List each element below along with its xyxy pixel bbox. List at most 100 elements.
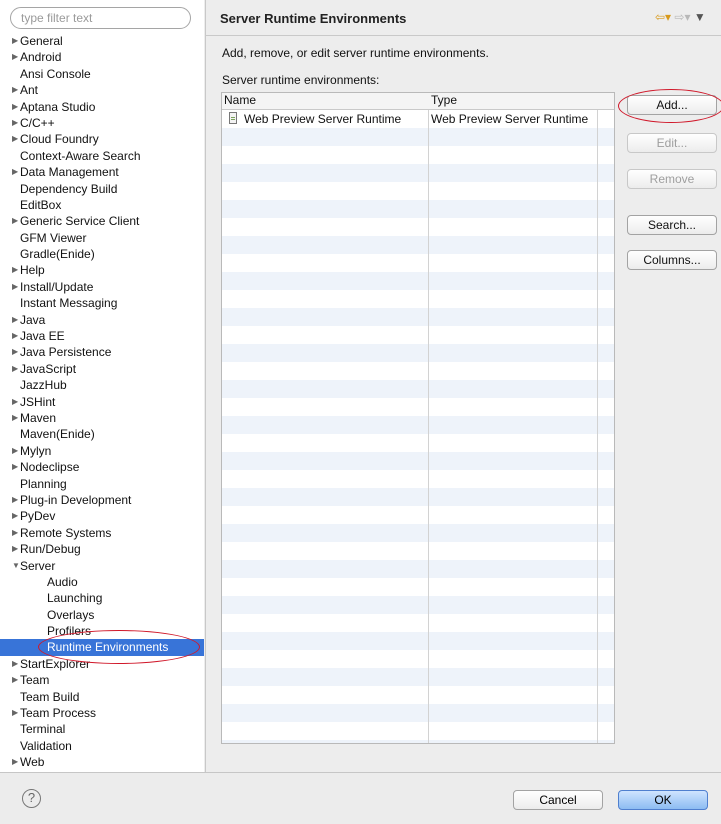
tree-item-label: Android	[20, 50, 62, 65]
tree-item-label: Ant	[20, 83, 39, 98]
filter-input[interactable]	[10, 7, 191, 29]
tree-item-label: JazzHub	[20, 378, 67, 393]
tree-item-label: General	[20, 34, 63, 48]
table-label: Server runtime environments:	[222, 73, 380, 87]
tree-item-ansi-console[interactable]: Ansi Console	[0, 66, 204, 82]
row-type-cell: Web Preview Server Runtime	[431, 112, 589, 126]
tree-item-data-management[interactable]: ▶ Data Management	[0, 164, 204, 180]
tree-item-label: Dependency Build	[20, 181, 118, 196]
tree-item-gradle-enide[interactable]: Gradle(Enide)	[0, 246, 204, 262]
tree-item-audio[interactable]: Audio	[0, 574, 204, 590]
tree-item-android[interactable]: ▶ Android	[0, 49, 204, 65]
tree-item-java-persistence[interactable]: ▶ Java Persistence	[0, 344, 204, 360]
tree-item-label: Instant Messaging	[20, 296, 118, 311]
tree-item-team-process[interactable]: ▶ Team Process	[0, 705, 204, 721]
tree-item-remote-systems[interactable]: ▶ Remote Systems	[0, 525, 204, 541]
tree-item-help[interactable]: ▶ Help	[0, 262, 204, 278]
tree-item-plug-in-development[interactable]: ▶ Plug-in Development	[0, 492, 204, 508]
tree-item-label: Ansi Console	[20, 66, 91, 81]
tree-item-aptana-studio[interactable]: ▶ Aptana Studio	[0, 99, 204, 115]
tree-item-java-ee[interactable]: ▶ Java EE	[0, 328, 204, 344]
header-divider	[205, 35, 721, 36]
tree-item-overlays[interactable]: Overlays	[0, 607, 204, 623]
tree-item-runtime-environments[interactable]: Runtime Environments	[0, 639, 204, 656]
runtime-doc-icon	[229, 112, 237, 124]
tree-item-label: Java	[20, 312, 46, 327]
tree-item-mylyn[interactable]: ▶ Mylyn	[0, 443, 204, 459]
tree-item-label: Run/Debug	[20, 542, 81, 557]
tree-item-label: Install/Update	[20, 279, 94, 294]
tree-item-label: Team Build	[20, 689, 80, 704]
tree-item-label: Audio	[47, 574, 78, 589]
tree-item-label: Java Persistence	[20, 345, 112, 360]
tree-item-ant[interactable]: ▶ Ant	[0, 82, 204, 98]
tree-item-jazzhub[interactable]: JazzHub	[0, 377, 204, 393]
tree-item-launching[interactable]: Launching	[0, 590, 204, 606]
page-title: Server Runtime Environments	[220, 11, 407, 26]
tree-item-cloud-foundry[interactable]: ▶ Cloud Foundry	[0, 131, 204, 147]
menu-chevron-icon[interactable]: ▼	[694, 10, 706, 24]
tree-item-server[interactable]: ▼ Server	[0, 558, 204, 574]
tree-item-team[interactable]: ▶ Team	[0, 672, 204, 688]
tree-item-profilers[interactable]: Profilers	[0, 623, 204, 639]
search-button[interactable]: Search...	[627, 215, 717, 235]
tree-item-context-aware-search[interactable]: Context-Aware Search	[0, 148, 204, 164]
tree-item-run-debug[interactable]: ▶ Run/Debug	[0, 541, 204, 557]
add-button[interactable]: Add...	[627, 95, 717, 115]
table-body: Web Preview Server Runtime Web Preview S…	[222, 110, 614, 743]
tree-item-dependency-build[interactable]: Dependency Build	[0, 181, 204, 197]
dialog-button-bar: ? Cancel OK	[0, 772, 721, 824]
tree-item-maven[interactable]: ▶ Maven	[0, 410, 204, 426]
tree-item-label: Runtime Environments	[47, 640, 169, 655]
tree-item-label: Server	[20, 558, 56, 573]
column-header-type[interactable]: Type	[431, 93, 457, 108]
tree-item-label: Planning	[20, 476, 67, 491]
ok-button[interactable]: OK	[618, 790, 708, 810]
tree-item-jshint[interactable]: ▶ JSHint	[0, 394, 204, 410]
tree-item-install-update[interactable]: ▶ Install/Update	[0, 279, 204, 295]
back-arrow-icon[interactable]: ⇦▾	[655, 10, 671, 24]
row-name-cell: Web Preview Server Runtime	[244, 112, 402, 126]
columns-button[interactable]: Columns...	[627, 250, 717, 270]
tree-item-label: Profilers	[47, 624, 92, 639]
tree-item-planning[interactable]: Planning	[0, 476, 204, 492]
tree-item-validation[interactable]: Validation	[0, 738, 204, 754]
tree-item-label: Validation	[20, 738, 72, 753]
tree-item-gfm-viewer[interactable]: GFM Viewer	[0, 230, 204, 246]
tree-item-pydev[interactable]: ▶ PyDev	[0, 508, 204, 524]
tree-item-editbox[interactable]: EditBox	[0, 197, 204, 213]
tree-item-nodeclipse[interactable]: ▶ Nodeclipse	[0, 459, 204, 475]
tree-item-label: Data Management	[20, 165, 119, 180]
tree-item-java[interactable]: ▶ Java	[0, 312, 204, 328]
column-divider	[428, 110, 429, 743]
column-divider	[597, 110, 598, 743]
tree-item-general[interactable]: ▶ General	[0, 33, 204, 49]
tree-item-label: Gradle(Enide)	[20, 247, 95, 262]
preferences-tree: ▶ General ▶ Android Ansi Console ▶ Ant ▶ Aptana …	[0, 33, 204, 771]
tree-item-label: JSHint	[20, 394, 56, 409]
column-header-name[interactable]: Name	[224, 93, 256, 108]
tree-item-startexplorer[interactable]: ▶ StartExplorer	[0, 656, 204, 672]
tree-item-label: PyDev	[20, 509, 56, 524]
forward-arrow-icon[interactable]: ⇨▾	[674, 10, 690, 24]
tree-item-c-c[interactable]: ▶ C/C++	[0, 115, 204, 131]
tree-item-generic-service-client[interactable]: ▶ Generic Service Client	[0, 213, 204, 229]
runtime-environments-table[interactable]: Name Type Web Preview Server Runtime Web…	[221, 92, 615, 744]
tree-item-instant-messaging[interactable]: Instant Messaging	[0, 295, 204, 311]
edit-button[interactable]: Edit...	[627, 133, 717, 153]
table-header: Name Type	[222, 93, 614, 110]
help-icon[interactable]: ?	[22, 789, 41, 808]
tree-item-team-build[interactable]: Team Build	[0, 689, 204, 705]
tree-item-label: Mylyn	[20, 443, 52, 458]
tree-item-terminal[interactable]: Terminal	[0, 721, 204, 737]
tree-item-maven-enide[interactable]: Maven(Enide)	[0, 426, 204, 442]
table-row[interactable]: Web Preview Server Runtime Web Preview S…	[222, 110, 614, 128]
tree-item-label: Web	[20, 755, 45, 770]
tree-item-web[interactable]: ▶ Web	[0, 754, 204, 770]
tree-item-label: Aptana Studio	[20, 99, 96, 114]
tree-item-javascript[interactable]: ▶ JavaScript	[0, 361, 204, 377]
cancel-button[interactable]: Cancel	[513, 790, 603, 810]
remove-button[interactable]: Remove	[627, 169, 717, 189]
tree-item-label: Help	[20, 263, 45, 278]
tree-item-label: Team	[20, 673, 50, 688]
